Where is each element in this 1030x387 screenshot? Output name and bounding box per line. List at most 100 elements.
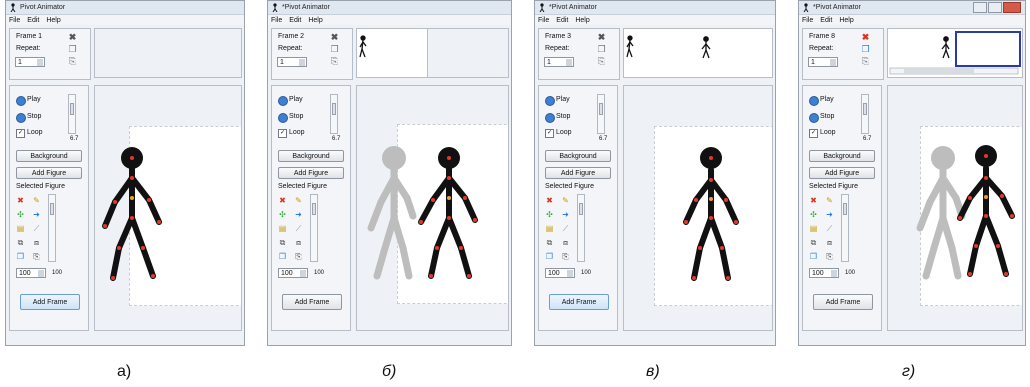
copy-figure-icon[interactable]: ❐ xyxy=(809,252,818,261)
loop-checkbox[interactable]: ✓ xyxy=(278,129,287,138)
copy-frame-icon[interactable]: ❐ xyxy=(68,45,77,54)
pencil-icon[interactable]: ✎ xyxy=(825,196,834,205)
loop-checkbox[interactable]: ✓ xyxy=(16,129,25,138)
arrow-right-icon[interactable]: ➜ xyxy=(294,210,303,219)
play-radio[interactable] xyxy=(278,96,288,106)
background-button[interactable]: Background xyxy=(809,150,875,162)
maximize-icon[interactable] xyxy=(988,2,1002,13)
menu-edit[interactable]: Edit xyxy=(556,17,568,24)
delete-frame-icon[interactable]: ✖ xyxy=(330,33,339,42)
menu-help[interactable]: Help xyxy=(46,17,60,24)
frame-timeline[interactable] xyxy=(356,28,428,78)
repeat-spinner[interactable]: 1 xyxy=(808,57,838,67)
stop-radio[interactable] xyxy=(545,113,555,123)
figure-scrollbar[interactable] xyxy=(48,194,56,262)
repeat-spinner[interactable]: 1 xyxy=(15,57,45,67)
copy-frame-icon[interactable]: ❐ xyxy=(597,45,606,54)
size-spinner[interactable]: 100 xyxy=(278,268,308,278)
stop-radio[interactable] xyxy=(278,113,288,123)
center-icon[interactable]: ✣ xyxy=(809,210,818,219)
delete-figure-icon[interactable]: ✖ xyxy=(278,196,287,205)
loop-checkbox[interactable]: ✓ xyxy=(809,129,818,138)
spinner-arrows-icon[interactable] xyxy=(299,59,305,66)
line-icon[interactable]: ⟋ xyxy=(561,224,570,233)
flip-icon[interactable]: ⧉ xyxy=(16,238,25,247)
figure-scrollbar[interactable] xyxy=(310,194,318,262)
stick-figure[interactable] xyxy=(357,86,509,331)
speed-slider[interactable] xyxy=(330,94,338,134)
paste-figure-icon[interactable]: ⎘ xyxy=(32,252,41,261)
speed-slider[interactable] xyxy=(68,94,76,134)
copy-figure-icon[interactable]: ❐ xyxy=(16,252,25,261)
arrow-right-icon[interactable]: ➜ xyxy=(825,210,834,219)
minimize-icon[interactable] xyxy=(973,2,987,13)
delete-frame-icon[interactable]: ✖ xyxy=(597,33,606,42)
flip-icon[interactable]: ⧉ xyxy=(809,238,818,247)
menu-edit[interactable]: Edit xyxy=(27,17,39,24)
add-frame-button[interactable]: Add Frame xyxy=(549,294,609,310)
repeat-spinner[interactable]: 1 xyxy=(544,57,574,67)
stop-radio[interactable] xyxy=(809,113,819,123)
stage-area[interactable] xyxy=(356,85,509,331)
play-radio[interactable] xyxy=(16,96,26,106)
color-icon[interactable]: ▤ xyxy=(16,224,25,233)
line-icon[interactable]: ⟋ xyxy=(32,224,41,233)
speed-slider[interactable] xyxy=(861,94,869,134)
delete-figure-icon[interactable]: ✖ xyxy=(545,196,554,205)
paste-frame-icon[interactable]: ⎘ xyxy=(330,57,339,66)
frame-thumbnail-1[interactable] xyxy=(357,29,429,77)
paste-frame-icon[interactable]: ⎘ xyxy=(597,57,606,66)
color-icon[interactable]: ▤ xyxy=(545,224,554,233)
spinner-arrows-icon[interactable] xyxy=(830,59,836,66)
color-icon[interactable]: ▤ xyxy=(278,224,287,233)
size-spinner[interactable]: 100 xyxy=(545,268,575,278)
size-spinner[interactable]: 100 xyxy=(809,268,839,278)
delete-figure-icon[interactable]: ✖ xyxy=(16,196,25,205)
layer-icon[interactable]: ⧈ xyxy=(294,238,303,247)
menu-file[interactable]: File xyxy=(9,17,20,24)
pencil-icon[interactable]: ✎ xyxy=(561,196,570,205)
paste-figure-icon[interactable]: ⎘ xyxy=(561,252,570,261)
spinner-arrows-icon[interactable] xyxy=(566,59,572,66)
paste-figure-icon[interactable]: ⎘ xyxy=(294,252,303,261)
menu-edit[interactable]: Edit xyxy=(820,17,832,24)
stage-area[interactable] xyxy=(623,85,773,331)
figure-scrollbar[interactable] xyxy=(841,194,849,262)
center-icon[interactable]: ✣ xyxy=(278,210,287,219)
layer-icon[interactable]: ⧈ xyxy=(561,238,570,247)
pencil-icon[interactable]: ✎ xyxy=(32,196,41,205)
pencil-icon[interactable]: ✎ xyxy=(294,196,303,205)
flip-icon[interactable]: ⧉ xyxy=(278,238,287,247)
spinner-arrows-icon[interactable] xyxy=(38,270,44,277)
paste-figure-icon[interactable]: ⎘ xyxy=(825,252,834,261)
line-icon[interactable]: ⟋ xyxy=(825,224,834,233)
copy-figure-icon[interactable]: ❐ xyxy=(278,252,287,261)
add-figure-button[interactable]: Add Figure xyxy=(809,167,875,179)
frame-thumbnails[interactable] xyxy=(624,29,774,77)
add-figure-button[interactable]: Add Figure xyxy=(16,167,82,179)
frame-timeline[interactable] xyxy=(887,28,1023,78)
line-icon[interactable]: ⟋ xyxy=(294,224,303,233)
color-icon[interactable]: ▤ xyxy=(809,224,818,233)
add-figure-button[interactable]: Add Figure xyxy=(278,167,344,179)
menu-file[interactable]: File xyxy=(802,17,813,24)
stop-radio[interactable] xyxy=(16,113,26,123)
spinner-arrows-icon[interactable] xyxy=(831,270,837,277)
layer-icon[interactable]: ⧈ xyxy=(825,238,834,247)
frame-timeline[interactable] xyxy=(623,28,773,78)
copy-figure-icon[interactable]: ❐ xyxy=(545,252,554,261)
background-button[interactable]: Background xyxy=(16,150,82,162)
stick-figure[interactable] xyxy=(95,86,242,331)
add-frame-button[interactable]: Add Frame xyxy=(20,294,80,310)
stick-figure[interactable] xyxy=(888,86,1023,331)
size-spinner[interactable]: 100 xyxy=(16,268,46,278)
figure-scrollbar[interactable] xyxy=(577,194,585,262)
play-radio[interactable] xyxy=(545,96,555,106)
center-icon[interactable]: ✣ xyxy=(16,210,25,219)
close-icon[interactable] xyxy=(1003,2,1021,13)
speed-slider[interactable] xyxy=(597,94,605,134)
spinner-arrows-icon[interactable] xyxy=(567,270,573,277)
delete-figure-icon[interactable]: ✖ xyxy=(809,196,818,205)
paste-frame-icon[interactable]: ⎘ xyxy=(68,57,77,66)
layer-icon[interactable]: ⧈ xyxy=(32,238,41,247)
